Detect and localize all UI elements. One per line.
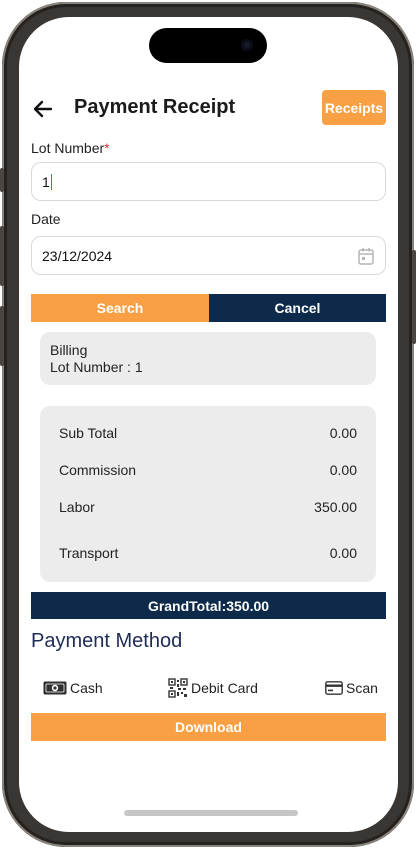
phone-power-button <box>412 250 416 344</box>
payment-option-label: Debit Card <box>191 680 258 696</box>
dynamic-island <box>149 28 267 63</box>
payment-option-cash[interactable]: Cash <box>43 677 103 699</box>
date-label: Date <box>31 211 61 227</box>
billing-lot-line: Lot Number : 1 <box>50 359 143 375</box>
totals-value: 350.00 <box>314 499 357 515</box>
lot-number-label-text: Lot Number <box>31 140 105 156</box>
payment-method-title: Payment Method <box>31 630 183 652</box>
payment-option-scan[interactable]: Scan <box>325 677 378 699</box>
payment-option-label: Scan <box>346 680 378 696</box>
payment-option-label: Cash <box>70 680 103 696</box>
billing-title: Billing <box>50 342 88 358</box>
qr-code-icon <box>168 678 188 698</box>
totals-card: Sub Total 0.00 Commission 0.00 Labor 350… <box>40 406 376 582</box>
grand-total-bar: GrandTotal:350.00 <box>31 592 386 619</box>
app-header: Payment Receipt Receipts <box>19 90 398 130</box>
totals-row-transport: Transport 0.00 <box>59 545 357 561</box>
phone-mute-switch <box>0 168 4 192</box>
cancel-button[interactable]: Cancel <box>209 294 386 322</box>
home-indicator[interactable] <box>124 810 298 816</box>
camera-lens <box>241 39 253 51</box>
phone-volume-up <box>0 226 4 286</box>
totals-label: Sub Total <box>59 425 118 441</box>
screen: Payment Receipt Receipts Lot Number* 1 D… <box>19 17 398 832</box>
billing-info-card: Billing Lot Number : 1 <box>40 332 376 385</box>
totals-label: Commission <box>59 462 137 478</box>
required-mark: * <box>104 140 110 156</box>
payment-option-debit-card[interactable]: Debit Card <box>168 677 258 699</box>
page-title: Payment Receipt <box>74 96 236 118</box>
totals-label: Labor <box>59 499 95 515</box>
date-input[interactable]: 23/12/2024 <box>31 236 386 275</box>
phone-volume-down <box>0 306 4 366</box>
lot-number-label: Lot Number* <box>31 140 110 156</box>
lot-number-value: 1 <box>42 173 50 190</box>
totals-label: Transport <box>59 545 119 561</box>
totals-value: 0.00 <box>329 462 357 478</box>
calendar-icon[interactable] <box>358 247 374 265</box>
totals-value: 0.00 <box>329 545 357 561</box>
date-value: 23/12/2024 <box>42 247 113 264</box>
totals-row-labor: Labor 350.00 <box>59 499 357 515</box>
lot-number-input[interactable]: 1 <box>31 162 386 201</box>
action-buttons: Search Cancel <box>31 294 386 322</box>
receipts-button[interactable]: Receipts <box>322 90 386 125</box>
totals-row-subtotal: Sub Total 0.00 <box>59 425 357 441</box>
back-arrow-icon[interactable] <box>31 96 57 122</box>
card-icon <box>325 681 343 695</box>
search-button[interactable]: Search <box>31 294 209 322</box>
totals-row-commission: Commission 0.00 <box>59 462 357 478</box>
text-cursor <box>50 173 52 190</box>
cash-icon <box>43 681 67 695</box>
download-button[interactable]: Download <box>31 713 386 741</box>
totals-value: 0.00 <box>329 425 357 441</box>
